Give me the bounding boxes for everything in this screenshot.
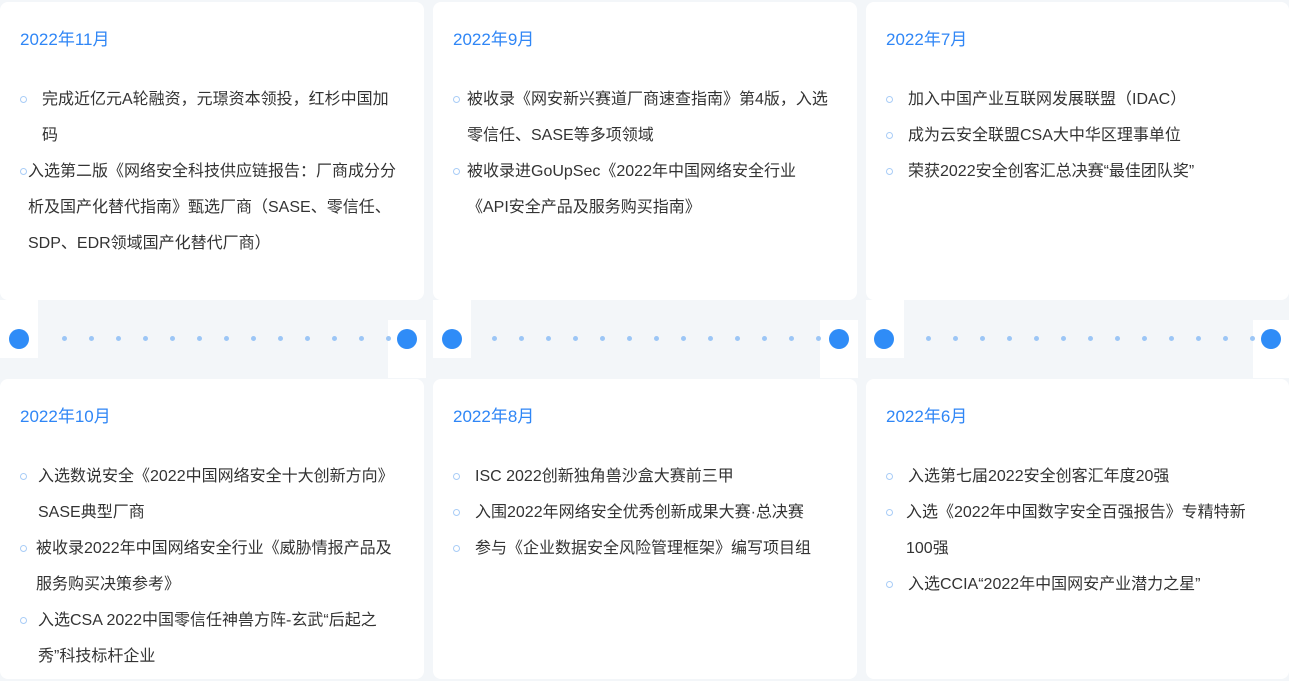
bullet-icon xyxy=(886,581,893,588)
bullet-icon xyxy=(886,509,893,516)
bullet-icon xyxy=(453,509,460,516)
timeline-dot xyxy=(546,336,551,341)
timeline-dot xyxy=(1142,336,1147,341)
card-item-list: 被收录《网安新兴赛道厂商速查指南》第4版，入选零信任、SASE等多项领域 被收录… xyxy=(453,82,835,226)
timeline-dot xyxy=(980,336,985,341)
timeline-card-top-2: 2022年9月 被收录《网安新兴赛道厂商速查指南》第4版，入选零信任、SASE等… xyxy=(433,2,857,300)
timeline-dot xyxy=(278,336,283,341)
bullet-icon xyxy=(453,168,460,175)
bullet-icon xyxy=(453,96,460,103)
timeline-dot xyxy=(1250,336,1255,341)
timeline-dot xyxy=(1223,336,1228,341)
timeline-node xyxy=(829,329,849,349)
timeline-dot xyxy=(519,336,524,341)
bullet-icon xyxy=(886,132,893,139)
timeline-card-bottom-2: 2022年8月 ISC 2022创新独角兽沙盒大赛前三甲 入围2022年网络安全… xyxy=(433,379,857,679)
timeline-dot xyxy=(627,336,632,341)
timeline-dot xyxy=(197,336,202,341)
timeline-dot xyxy=(654,336,659,341)
card-date: 2022年11月 xyxy=(20,30,110,49)
timeline-dot xyxy=(1061,336,1066,341)
timeline-dot xyxy=(1115,336,1120,341)
bullet-icon xyxy=(886,168,893,175)
timeline-node xyxy=(9,329,29,349)
bullet-icon xyxy=(20,168,27,175)
timeline-card-bottom-1: 2022年10月 入选数说安全《2022中国网络安全十大创新方向》SASE典型厂… xyxy=(0,379,424,679)
list-item: ISC 2022创新独角兽沙盒大赛前三甲 xyxy=(453,459,835,495)
card-date: 2022年10月 xyxy=(20,407,111,426)
timeline-dot xyxy=(89,336,94,341)
timeline-dot xyxy=(1034,336,1039,341)
card-item-list: 入选数说安全《2022中国网络安全十大创新方向》SASE典型厂商 被收录2022… xyxy=(20,459,402,675)
timeline-dot xyxy=(681,336,686,341)
list-item: 入选第二版《网络安全科技供应链报告：厂商成分分析及国产化替代指南》甄选厂商（SA… xyxy=(20,154,402,262)
timeline-card-bottom-3: 2022年6月 入选第七届2022安全创客汇年度20强 入选《2022年中国数字… xyxy=(866,379,1289,679)
timeline-node xyxy=(1261,329,1281,349)
list-item: 被收录2022年中国网络安全行业《威胁情报产品及服务购买决策参考》 xyxy=(20,531,402,603)
timeline-dot xyxy=(816,336,821,341)
card-date: 2022年8月 xyxy=(453,407,535,426)
card-item-list: 入选第七届2022安全创客汇年度20强 入选《2022年中国数字安全百强报告》专… xyxy=(886,459,1267,603)
card-item-list: 完成近亿元A轮融资，元璟资本领投，红杉中国加码 入选第二版《网络安全科技供应链报… xyxy=(20,82,402,262)
timeline-dot xyxy=(332,336,337,341)
timeline-dot xyxy=(600,336,605,341)
timeline-dot xyxy=(251,336,256,341)
timeline-node xyxy=(442,329,462,349)
card-item-list: ISC 2022创新独角兽沙盒大赛前三甲 入围2022年网络安全优秀创新成果大赛… xyxy=(453,459,835,567)
card-item-list: 加入中国产业互联网发展联盟（IDAC） 成为云安全联盟CSA大中华区理事单位 荣… xyxy=(886,82,1267,190)
bullet-icon xyxy=(20,617,27,624)
list-item: 参与《企业数据安全风险管理框架》编写项目组 xyxy=(453,531,835,567)
bullet-icon xyxy=(20,473,27,480)
timeline-node xyxy=(397,329,417,349)
timeline-dot xyxy=(143,336,148,341)
timeline-dot xyxy=(708,336,713,341)
card-date: 2022年7月 xyxy=(886,30,968,49)
timeline-dot xyxy=(953,336,958,341)
timeline-dot xyxy=(573,336,578,341)
bullet-icon xyxy=(20,96,27,103)
list-item: 入选CSA 2022中国零信任神兽方阵-玄武“后起之秀”科技标杆企业 xyxy=(20,603,402,675)
list-item: 入选CCIA“2022年中国网安产业潜力之星” xyxy=(886,567,1267,603)
timeline-dot xyxy=(170,336,175,341)
card-date: 2022年6月 xyxy=(886,407,968,426)
timeline-dot xyxy=(116,336,121,341)
timeline-dot xyxy=(762,336,767,341)
timeline-dot xyxy=(386,336,391,341)
list-item: 被收录《网安新兴赛道厂商速查指南》第4版，入选零信任、SASE等多项领域 xyxy=(453,82,835,154)
timeline-dot xyxy=(789,336,794,341)
timeline-dot xyxy=(492,336,497,341)
list-item: 入围2022年网络安全优秀创新成果大赛·总决赛 xyxy=(453,495,835,531)
list-item: 入选第七届2022安全创客汇年度20强 xyxy=(886,459,1267,495)
timeline-dot xyxy=(305,336,310,341)
timeline-dot xyxy=(1007,336,1012,341)
list-item: 加入中国产业互联网发展联盟（IDAC） xyxy=(886,82,1267,118)
list-item: 被收录进GoUpSec《2022年中国网络安全行业《API安全产品及服务购买指南… xyxy=(453,154,835,226)
timeline-dot xyxy=(926,336,931,341)
list-item: 完成近亿元A轮融资，元璟资本领投，红杉中国加码 xyxy=(20,82,402,154)
card-date: 2022年9月 xyxy=(453,30,535,49)
bullet-icon xyxy=(453,473,460,480)
timeline-dot xyxy=(224,336,229,341)
list-item: 入选数说安全《2022中国网络安全十大创新方向》SASE典型厂商 xyxy=(20,459,402,531)
list-item: 入选《2022年中国数字安全百强报告》专精特新100强 xyxy=(886,495,1267,567)
bullet-icon xyxy=(453,545,460,552)
timeline-card-top-3: 2022年7月 加入中国产业互联网发展联盟（IDAC） 成为云安全联盟CSA大中… xyxy=(866,2,1289,300)
list-item: 成为云安全联盟CSA大中华区理事单位 xyxy=(886,118,1267,154)
list-item: 荣获2022安全创客汇总决赛“最佳团队奖” xyxy=(886,154,1267,190)
timeline-dot xyxy=(1196,336,1201,341)
timeline-node xyxy=(874,329,894,349)
bullet-icon xyxy=(886,473,893,480)
timeline-dot xyxy=(735,336,740,341)
timeline-dot xyxy=(1088,336,1093,341)
timeline-dot xyxy=(1169,336,1174,341)
timeline-dot xyxy=(62,336,67,341)
timeline-dot xyxy=(359,336,364,341)
bullet-icon xyxy=(886,96,893,103)
timeline-card-top-1: 2022年11月 完成近亿元A轮融资，元璟资本领投，红杉中国加码 入选第二版《网… xyxy=(0,2,424,300)
bullet-icon xyxy=(20,545,27,552)
